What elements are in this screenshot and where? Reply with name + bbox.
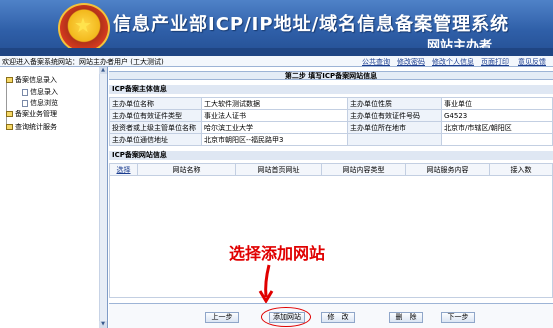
col-service-content: 网站服务内容 — [405, 163, 490, 176]
scroll-up-icon[interactable]: ▲ — [99, 67, 107, 74]
table-row: 主办单位名称 工大软件测试数据 主办单位性质 事业单位 — [109, 97, 553, 110]
table-row: 主办单位通信地址 北京市朝阳区--福民路甲3 — [109, 133, 553, 146]
banner-stripe — [0, 48, 553, 56]
site-section-title: ICP备案网站信息 — [109, 151, 553, 160]
welcome-text: 欢迎进入备案系统网站：网站主办者用户 (工大测试) — [2, 58, 164, 66]
sidebar-item-filing-entry[interactable]: 备案信息录入 — [6, 75, 57, 85]
field-value: G4523 — [441, 109, 553, 122]
field-label: 主办单位所在地市 — [347, 121, 442, 134]
link-edit-profile[interactable]: 修改个人信息 — [432, 57, 474, 67]
link-change-password[interactable]: 修改密码 — [397, 57, 425, 67]
tree-line — [6, 81, 7, 127]
col-select[interactable]: 选择 — [109, 163, 138, 176]
field-label: 主办单位名称 — [109, 97, 202, 110]
folder-icon — [6, 77, 13, 83]
field-value: 工大软件测试数据 — [201, 97, 348, 110]
document-icon — [22, 88, 28, 96]
main-panel: 第二步 填写ICP备案网站信息 ICP备案主体信息 主办单位名称 工大软件测试数… — [109, 67, 553, 328]
folder-icon — [6, 111, 13, 117]
col-homepage-url: 网站首页网址 — [235, 163, 322, 176]
header-banner: ★ 信息产业部ICP/IP地址/域名信息备案管理系统 网站主办者 — [0, 0, 553, 56]
link-feedback[interactable]: 意见反馈 — [518, 57, 546, 67]
folder-icon — [6, 124, 13, 130]
entity-section-title: ICP备案主体信息 — [109, 85, 553, 94]
document-icon — [22, 99, 28, 107]
sidebar-item-info-entry[interactable]: 信息录入 — [22, 87, 58, 97]
field-label: 主办单位有效证件类型 — [109, 109, 202, 122]
national-emblem-icon: ★ — [58, 3, 110, 53]
annotation-text: 选择添加网站 — [229, 244, 326, 263]
app-title: 信息产业部ICP/IP地址/域名信息备案管理系统 — [113, 14, 510, 35]
sidebar-item-query-stats[interactable]: 查询统计服务 — [6, 122, 57, 132]
table-row: 投资者或上级主管单位名称 哈尔滨工业大学 主办单位所在地市 北京市/市辖区/朝阳… — [109, 121, 553, 134]
table-row: 主办单位有效证件类型 事业法人证书 主办单位有效证件号码 G4523 — [109, 109, 553, 122]
sidebar-item-info-browse[interactable]: 信息浏览 — [22, 98, 58, 108]
field-label: 主办单位有效证件号码 — [347, 109, 442, 122]
edit-button[interactable]: 修 改 — [321, 312, 355, 323]
link-public-query[interactable]: 公共查询 — [362, 57, 390, 67]
sidebar: 备案信息录入 信息录入 信息浏览 备案业务管理 查询统计服务 — [0, 67, 108, 328]
field-value: 哈尔滨工业大学 — [201, 121, 348, 134]
field-value: 北京市朝阳区--福民路甲3 — [201, 133, 348, 146]
col-access-count: 接入数 — [489, 163, 553, 176]
next-step-button[interactable]: 下一步 — [441, 312, 475, 323]
col-site-name: 网站名称 — [137, 163, 236, 176]
scroll-down-icon[interactable]: ▼ — [99, 321, 107, 328]
field-label: 主办单位性质 — [347, 97, 442, 110]
action-bar: 上一步 添加网站 修 改 删 除 下一步 — [109, 303, 553, 328]
field-value: 事业法人证书 — [201, 109, 348, 122]
top-bar: 欢迎进入备案系统网站：网站主办者用户 (工大测试) 公共查询 修改密码 修改个人… — [0, 56, 553, 67]
field-label: 投资者或上级主管单位名称 — [109, 121, 202, 134]
field-value: 事业单位 — [441, 97, 553, 110]
sidebar-scrollbar[interactable] — [99, 67, 107, 328]
step-title: 第二步 填写ICP备案网站信息 — [109, 71, 553, 80]
field-label — [347, 133, 442, 146]
annotation-arrow-icon — [258, 264, 274, 303]
highlight-circle — [261, 307, 311, 327]
field-value — [441, 133, 553, 146]
site-list-empty-area — [109, 175, 553, 298]
col-content-type: 网站内容类型 — [321, 163, 406, 176]
entity-info-table: 主办单位名称 工大软件测试数据 主办单位性质 事业单位 主办单位有效证件类型 事… — [109, 97, 553, 146]
delete-button[interactable]: 删 除 — [389, 312, 423, 323]
field-value: 北京市/市辖区/朝阳区 — [441, 121, 553, 134]
field-label: 主办单位通信地址 — [109, 133, 202, 146]
link-print-page[interactable]: 页面打印 — [481, 57, 509, 67]
prev-step-button[interactable]: 上一步 — [205, 312, 239, 323]
sidebar-item-business-mgmt[interactable]: 备案业务管理 — [6, 109, 57, 119]
